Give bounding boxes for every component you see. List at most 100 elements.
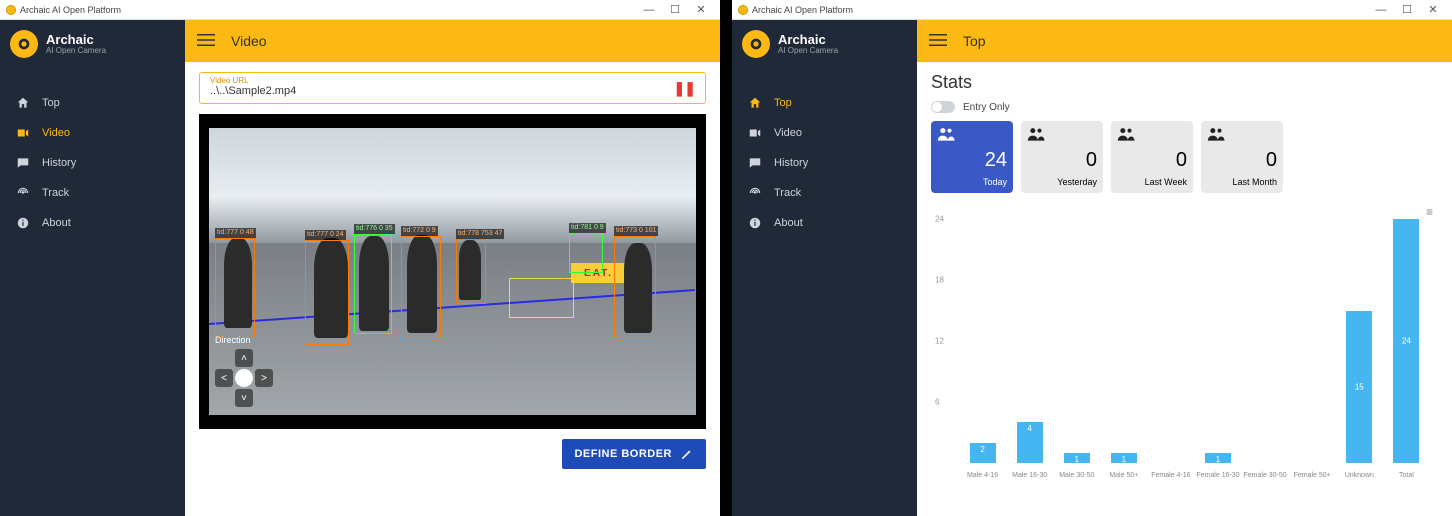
dpad-down[interactable]: ˅ [235, 389, 253, 407]
sidebar-item-about[interactable]: About [0, 208, 185, 238]
sidebar-item-label: History [774, 157, 808, 169]
brand-name: Archaic [46, 33, 106, 46]
entry-only-toggle[interactable]: Entry Only [931, 101, 1438, 113]
minimize-button[interactable]: — [1368, 4, 1394, 16]
sidebar-item-about[interactable]: About [732, 208, 917, 238]
sidebar-item-track[interactable]: Track [732, 178, 917, 208]
video-url-field[interactable]: Video URL ..\..\Sample2.mp4 ❚❚ [199, 72, 706, 104]
brand-subtitle: AI Open Camera [46, 46, 106, 55]
people-icon [1027, 127, 1097, 143]
chart-menu-icon[interactable]: ≡ [1426, 205, 1434, 219]
card-label: Last Week [1117, 177, 1187, 187]
close-button[interactable]: ✕ [688, 3, 714, 16]
home-icon [746, 96, 764, 110]
chart-bar: 24 [1393, 219, 1419, 463]
toggle-icon [931, 101, 955, 113]
page-title: Top [963, 33, 986, 49]
chart-bar: 1 [1205, 453, 1231, 463]
dpad-center[interactable] [235, 369, 253, 387]
direction-pad: ˄ ˂ ˃ ˅ [215, 349, 273, 407]
sidebar: Archaic AI Open Camera Top Video History [732, 20, 917, 516]
dpad-up[interactable]: ˄ [235, 349, 253, 367]
card-value: 0 [1207, 143, 1277, 177]
chart-x-label: Female 4-16 [1147, 472, 1194, 479]
pause-icon[interactable]: ❚❚ [674, 80, 695, 97]
sidebar-item-label: Top [42, 97, 60, 109]
hamburger-icon[interactable] [197, 33, 215, 50]
stat-cards: 24 Today 0 Yesterday 0 Last Week [931, 121, 1438, 193]
hamburger-icon[interactable] [929, 33, 947, 50]
detection-box [509, 278, 574, 318]
brand-name: Archaic [778, 33, 838, 46]
card-value: 24 [937, 143, 1007, 177]
card-label: Today [937, 177, 1007, 187]
chart-x-label: Female 16-30 [1194, 472, 1241, 479]
track-icon [14, 186, 32, 200]
maximize-button[interactable]: ☐ [662, 3, 688, 16]
titlebar: Archaic AI Open Platform — ☐ ✕ [732, 0, 1452, 20]
minimize-button[interactable]: — [636, 4, 662, 16]
chart-x-label: Male 30-50 [1053, 472, 1100, 479]
chart-y-label: 6 [935, 398, 939, 407]
app-favicon [6, 5, 16, 15]
sidebar-item-top[interactable]: Top [732, 88, 917, 118]
video-viewport: EAT. tid:777 0 48 tid:777 0 24 tid:776 0… [199, 114, 706, 429]
topbar: Video [185, 20, 720, 62]
info-icon [14, 216, 32, 230]
chart-bar: 1 [1064, 453, 1090, 463]
detection-box: tid:781 0 9 [569, 233, 603, 273]
sidebar-item-label: About [774, 217, 803, 229]
detection-box: tid:777 0 48 [215, 238, 255, 338]
camera-icon [14, 126, 32, 140]
sidebar: Archaic AI Open Camera Top Video History [0, 20, 185, 516]
chart-x-label: Unknown [1336, 472, 1383, 479]
chat-icon [746, 156, 764, 170]
dpad-right[interactable]: ˃ [255, 369, 273, 387]
chart-x-label: Male 4-16 [959, 472, 1006, 479]
chart-bar: 4 [1017, 422, 1043, 463]
chart-container: ≡ 241111524 Male 4-16Male 16-30Male 30-5… [931, 205, 1438, 485]
sidebar-item-video[interactable]: Video [732, 118, 917, 148]
brand-logo: Archaic AI Open Camera [732, 20, 917, 68]
detection-box: tid:773 0 101 [614, 236, 656, 338]
sidebar-item-history[interactable]: History [732, 148, 917, 178]
card-yesterday[interactable]: 0 Yesterday [1021, 121, 1103, 193]
window-stats: Archaic AI Open Platform — ☐ ✕ Archaic A… [732, 0, 1452, 516]
close-button[interactable]: ✕ [1420, 3, 1446, 16]
chart-x-label: Female 50+ [1289, 472, 1336, 479]
sidebar-item-label: About [42, 217, 71, 229]
chat-icon [14, 156, 32, 170]
detection-box: tid:777 0 24 [305, 240, 349, 345]
sidebar-item-top[interactable]: Top [0, 88, 185, 118]
detection-box: tid:776 0 35 [354, 234, 392, 334]
pencil-icon [680, 447, 694, 461]
chart-y-label: 24 [935, 215, 944, 224]
chart-y-label: 18 [935, 276, 944, 285]
direction-control: Direction ˄ ˂ ˃ ˅ [215, 335, 273, 407]
titlebar: Archaic AI Open Platform — ☐ ✕ [0, 0, 720, 20]
dpad-left[interactable]: ˂ [215, 369, 233, 387]
topbar: Top [917, 20, 1452, 62]
sidebar-item-label: Top [774, 97, 792, 109]
sidebar-item-history[interactable]: History [0, 148, 185, 178]
sidebar-item-video[interactable]: Video [0, 118, 185, 148]
people-icon [1207, 127, 1277, 143]
page-title: Video [231, 33, 267, 49]
people-icon [1117, 127, 1187, 143]
sidebar-item-track[interactable]: Track [0, 178, 185, 208]
sidebar-item-label: Video [42, 127, 70, 139]
window-video: Archaic AI Open Platform — ☐ ✕ Archaic A… [0, 0, 720, 516]
people-icon [937, 127, 1007, 143]
maximize-button[interactable]: ☐ [1394, 3, 1420, 16]
card-lastmonth[interactable]: 0 Last Month [1201, 121, 1283, 193]
chart-x-label: Total [1383, 472, 1430, 479]
direction-label: Direction [215, 335, 273, 345]
chart-x-label: Male 50+ [1100, 472, 1147, 479]
brand-logo: Archaic AI Open Camera [0, 20, 185, 68]
card-today[interactable]: 24 Today [931, 121, 1013, 193]
define-border-button[interactable]: DEFINE BORDER [562, 439, 706, 469]
detection-box: tid:778 753 47 [456, 239, 486, 304]
card-lastweek[interactable]: 0 Last Week [1111, 121, 1193, 193]
sidebar-item-label: Track [42, 187, 69, 199]
chart-bar: 2 [970, 443, 996, 463]
